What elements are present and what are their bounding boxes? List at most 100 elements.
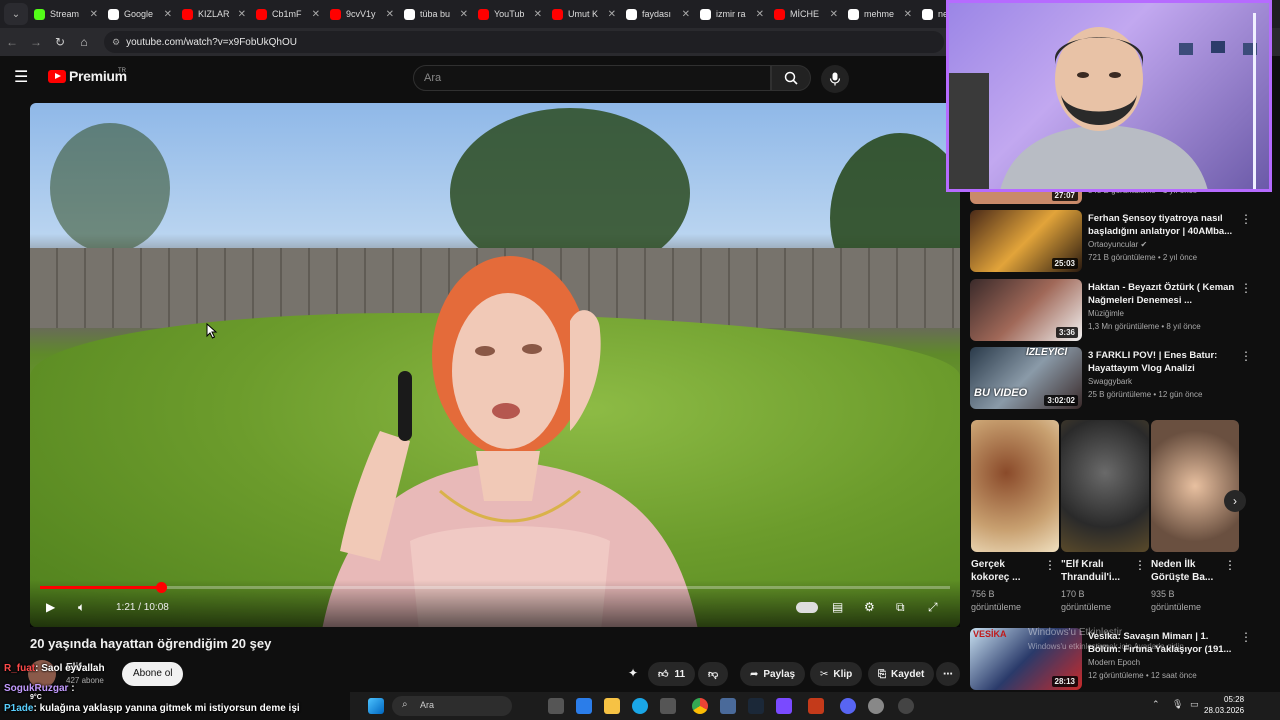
subtitles-icon[interactable]: ▤ bbox=[832, 600, 843, 614]
tab-close-icon[interactable]: ✕ bbox=[90, 9, 98, 20]
tab-close-icon[interactable]: ✕ bbox=[238, 9, 246, 20]
chrome-icon[interactable] bbox=[692, 698, 708, 714]
more-options-icon[interactable]: ⋮ bbox=[1134, 558, 1146, 572]
app-icon[interactable] bbox=[720, 698, 736, 714]
home-icon[interactable]: ⌂ bbox=[72, 35, 96, 49]
tab-close-icon[interactable]: ✕ bbox=[682, 9, 690, 20]
more-options-icon[interactable]: ⋮ bbox=[1224, 558, 1236, 572]
reload-icon[interactable]: ↻ bbox=[48, 35, 72, 49]
tab-close-icon[interactable]: ✕ bbox=[904, 9, 912, 20]
search-button[interactable] bbox=[771, 65, 811, 91]
tab-close-icon[interactable]: ✕ bbox=[312, 9, 320, 20]
chat-text: : kulağına yaklaşıp yanına gitmek mi ist… bbox=[33, 703, 300, 714]
share-button[interactable]: ➦ Paylaş bbox=[740, 662, 806, 686]
recommendation-item[interactable]: İZLEYİCİ BU VIDEO 3:02:02 3 FARKLI POV! … bbox=[970, 347, 1270, 413]
recommendation-item[interactable]: 3:36 Haktan - Beyazıt Öztürk ( Keman Nağ… bbox=[970, 279, 1270, 345]
clip-button[interactable]: ✂ Klip bbox=[810, 662, 863, 686]
browser-tab[interactable]: faydası ✕ bbox=[622, 2, 694, 26]
tab-close-icon[interactable]: ✕ bbox=[830, 9, 838, 20]
recommendation-title: Haktan - Beyazıt Öztürk ( Keman Nağmeler… bbox=[1088, 282, 1235, 306]
recommendation-channel: Ortaoyuncular ✔ bbox=[1088, 240, 1147, 249]
subscribe-button[interactable]: Abone ol bbox=[122, 662, 184, 686]
app-icon[interactable] bbox=[808, 698, 824, 714]
tray-chevron-icon[interactable]: ⌃ bbox=[1152, 699, 1160, 710]
short-title[interactable]: Neden İlk Görüşte Ba... bbox=[1151, 558, 1223, 584]
play-icon[interactable]: ▶ bbox=[46, 600, 55, 614]
browser-tab[interactable]: Stream ✕ bbox=[30, 2, 102, 26]
shorts-next-icon[interactable]: › bbox=[1224, 490, 1246, 512]
browser-tab[interactable]: Umut K ✕ bbox=[548, 2, 620, 26]
browser-tab[interactable]: tüba bu ✕ bbox=[400, 2, 472, 26]
youtube-premium-logo[interactable]: Premium TR bbox=[48, 68, 127, 84]
search-input[interactable]: Ara bbox=[413, 65, 771, 91]
short-title[interactable]: "Elf Kralı Thranduil'i... bbox=[1061, 558, 1133, 584]
sparkle-icon[interactable]: ✦ bbox=[628, 666, 638, 680]
discord-icon[interactable] bbox=[840, 698, 856, 714]
tab-favicon-icon bbox=[922, 8, 933, 20]
more-options-icon[interactable]: ⋮ bbox=[1240, 349, 1252, 363]
browser-tab[interactable]: Cb1mF ✕ bbox=[252, 2, 324, 26]
save-label: Kaydet bbox=[891, 668, 925, 680]
edge-icon[interactable] bbox=[632, 698, 648, 714]
tab-close-icon[interactable]: ✕ bbox=[460, 9, 468, 20]
tab-label: Umut K bbox=[568, 9, 599, 19]
short-title[interactable]: Gerçek kokoreç ... bbox=[971, 558, 1043, 584]
file-explorer-icon[interactable] bbox=[604, 698, 620, 714]
short-thumbnail-3[interactable] bbox=[1151, 420, 1239, 552]
short-thumbnail-1[interactable] bbox=[971, 420, 1059, 552]
back-icon[interactable]: ← bbox=[0, 35, 24, 49]
recommendation-item[interactable]: 25:03 Ferhan Şensoy tiyatroya nasıl başl… bbox=[970, 210, 1270, 276]
taskbar-clock[interactable]: 05:28 28.03.2026 bbox=[1204, 694, 1244, 716]
browser-tab[interactable]: Google ✕ bbox=[104, 2, 176, 26]
miniplayer-icon[interactable]: ⧉ bbox=[896, 600, 905, 615]
forward-icon[interactable]: → bbox=[24, 35, 48, 49]
app-icon[interactable] bbox=[776, 698, 792, 714]
fullscreen-icon[interactable]: ⤢ bbox=[928, 600, 938, 615]
tab-close-icon[interactable]: ✕ bbox=[164, 9, 172, 20]
save-button[interactable]: ⎘ Kaydet bbox=[868, 662, 935, 686]
tab-label: faydası bbox=[642, 9, 672, 19]
tab-search-button[interactable]: ⌄ bbox=[4, 3, 28, 25]
voice-search-button[interactable] bbox=[821, 65, 849, 93]
menu-icon[interactable]: ☰ bbox=[14, 70, 34, 86]
taskbar-search[interactable]: ⌕ Ara bbox=[392, 696, 512, 716]
task-view-icon[interactable] bbox=[548, 698, 564, 714]
start-icon[interactable] bbox=[368, 698, 384, 714]
more-options-icon[interactable]: ⋮ bbox=[1240, 630, 1252, 644]
browser-tab[interactable]: 9cvV1y ✕ bbox=[326, 2, 398, 26]
like-button[interactable]: 👍︎ 11 bbox=[648, 662, 696, 686]
video-player[interactable] bbox=[30, 103, 960, 627]
more-options-icon[interactable]: ⋮ bbox=[1240, 212, 1252, 226]
autoplay-toggle[interactable] bbox=[796, 602, 818, 613]
search-icon: ⌕ bbox=[402, 699, 408, 710]
more-options-icon[interactable]: ⋮ bbox=[1044, 558, 1056, 572]
dislike-button[interactable]: 👎︎ bbox=[698, 662, 729, 686]
browser-tab[interactable]: MİCHE ✕ bbox=[770, 2, 842, 26]
browser-tab[interactable]: YouTub ✕ bbox=[474, 2, 546, 26]
app-icon[interactable] bbox=[576, 698, 592, 714]
obs-icon[interactable] bbox=[898, 698, 914, 714]
network-icon[interactable]: ▭ bbox=[1190, 699, 1199, 710]
app-icon[interactable] bbox=[660, 698, 676, 714]
tab-close-icon[interactable]: ✕ bbox=[608, 9, 616, 20]
microphone-icon[interactable]: 🎙︎ bbox=[1172, 699, 1183, 710]
browser-tab[interactable]: izmir ra ✕ bbox=[696, 2, 768, 26]
site-info-icon[interactable]: ⚙ bbox=[112, 37, 120, 48]
settings-icon[interactable] bbox=[868, 698, 884, 714]
tab-close-icon[interactable]: ✕ bbox=[386, 9, 394, 20]
settings-icon[interactable]: ⚙ bbox=[864, 600, 875, 614]
progress-scrubber[interactable] bbox=[156, 582, 168, 593]
browser-tab[interactable]: KIZLAR ✕ bbox=[178, 2, 250, 26]
tab-favicon-icon bbox=[182, 8, 193, 20]
like-count: 11 bbox=[674, 668, 686, 680]
progress-bar[interactable] bbox=[40, 582, 950, 593]
short-thumbnail-2[interactable] bbox=[1061, 420, 1149, 552]
browser-tab[interactable]: mehme ✕ bbox=[844, 2, 916, 26]
url-field[interactable]: ⚙ youtube.com/watch?v=x9FobUkQhOU bbox=[104, 31, 944, 53]
tab-close-icon[interactable]: ✕ bbox=[756, 9, 764, 20]
steam-icon[interactable] bbox=[748, 698, 764, 714]
more-options-icon[interactable]: ⋮ bbox=[1240, 281, 1252, 295]
tab-close-icon[interactable]: ✕ bbox=[534, 9, 542, 20]
more-actions-button[interactable]: ⋯ bbox=[936, 662, 960, 686]
volume-icon[interactable]: 🔈︎ bbox=[78, 600, 85, 615]
